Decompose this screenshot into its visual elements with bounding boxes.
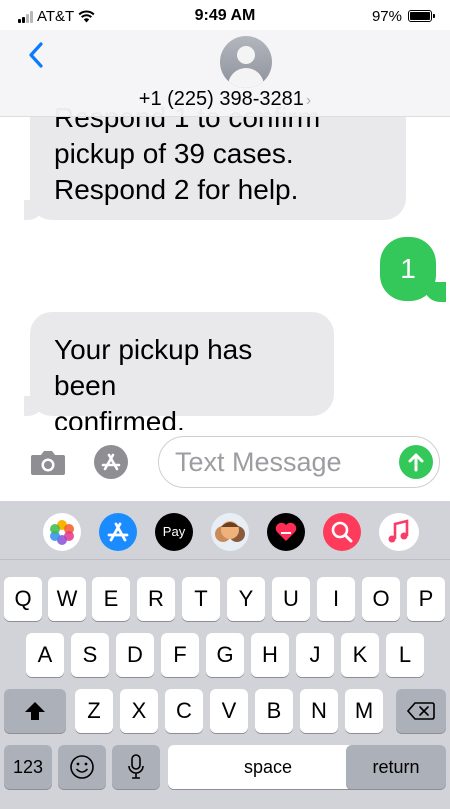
incoming-message-bubble[interactable]: Your pickup has been confirmed. bbox=[30, 312, 334, 430]
key-w[interactable]: W bbox=[48, 577, 86, 621]
delete-key[interactable] bbox=[396, 689, 446, 733]
key-f[interactable]: F bbox=[161, 633, 199, 677]
shift-key[interactable] bbox=[4, 689, 66, 733]
apple-pay-label: Pay bbox=[162, 524, 186, 539]
photos-app-icon[interactable] bbox=[43, 513, 81, 551]
battery-percentage: 97% bbox=[371, 8, 402, 25]
back-chevron-icon[interactable] bbox=[22, 40, 52, 70]
key-k[interactable]: K bbox=[341, 633, 379, 677]
key-z[interactable]: Z bbox=[75, 689, 113, 733]
status-bar: AT&T 9:49 AM 97% bbox=[0, 0, 450, 30]
imessage-app-strip: Pay bbox=[0, 501, 450, 560]
key-i[interactable]: I bbox=[317, 577, 355, 621]
key-l[interactable]: L bbox=[386, 633, 424, 677]
compose-bar bbox=[0, 430, 450, 496]
key-p[interactable]: P bbox=[407, 577, 445, 621]
key-x[interactable]: X bbox=[120, 689, 158, 733]
key-c[interactable]: C bbox=[165, 689, 203, 733]
app-store-icon[interactable] bbox=[94, 445, 128, 479]
battery-icon bbox=[408, 10, 435, 22]
emoji-key[interactable] bbox=[58, 745, 106, 789]
memoji-icon[interactable] bbox=[211, 513, 249, 551]
keyboard: Pay Q W E R T Y U I O P A S D F G H J K … bbox=[0, 501, 450, 809]
contact-avatar[interactable] bbox=[220, 36, 272, 88]
key-t[interactable]: T bbox=[182, 577, 220, 621]
apple-pay-icon[interactable]: Pay bbox=[155, 513, 193, 551]
contact-number: +1 (225) 398-3281 bbox=[138, 88, 304, 110]
key-j[interactable]: J bbox=[296, 633, 334, 677]
return-key[interactable]: return bbox=[346, 745, 446, 789]
message-text: pickup of 39 cases. Respond 2 for help. bbox=[54, 136, 298, 208]
key-r[interactable]: R bbox=[137, 577, 175, 621]
key-q[interactable]: Q bbox=[4, 577, 42, 621]
message-line: Respond 2 for help. bbox=[54, 174, 299, 205]
message-line: Your pickup has been bbox=[54, 334, 253, 401]
contact-name[interactable]: +1 (225) 398-3281 › bbox=[0, 88, 450, 111]
key-g[interactable]: G bbox=[206, 633, 244, 677]
shift-icon bbox=[25, 702, 45, 720]
message-line: pickup of 39 cases. bbox=[54, 138, 294, 169]
key-b[interactable]: B bbox=[255, 689, 293, 733]
message-input-field[interactable] bbox=[158, 436, 440, 488]
key-o[interactable]: O bbox=[362, 577, 400, 621]
camera-icon[interactable] bbox=[30, 448, 66, 476]
key-u[interactable]: U bbox=[272, 577, 310, 621]
arrow-up-icon bbox=[408, 453, 424, 472]
digital-touch-icon[interactable] bbox=[267, 513, 305, 551]
key-a[interactable]: A bbox=[26, 633, 64, 677]
send-button[interactable] bbox=[399, 445, 433, 479]
music-icon[interactable] bbox=[379, 513, 419, 551]
conversation-header: +1 (225) 398-3281 › bbox=[0, 30, 450, 117]
app-store-icon[interactable] bbox=[99, 513, 137, 551]
key-m[interactable]: M bbox=[345, 689, 383, 733]
key-d[interactable]: D bbox=[116, 633, 154, 677]
bubble-tail bbox=[424, 282, 446, 302]
message-input[interactable] bbox=[173, 443, 387, 481]
key-h[interactable]: H bbox=[251, 633, 289, 677]
emoji-icon bbox=[70, 755, 94, 779]
key-s[interactable]: S bbox=[71, 633, 109, 677]
chevron-right-icon: › bbox=[305, 92, 312, 109]
web-search-icon[interactable] bbox=[323, 513, 361, 551]
key-y[interactable]: Y bbox=[227, 577, 265, 621]
space-key[interactable]: space bbox=[168, 745, 368, 789]
key-v[interactable]: V bbox=[210, 689, 248, 733]
key-n[interactable]: N bbox=[300, 689, 338, 733]
dictation-key[interactable] bbox=[112, 745, 160, 789]
numbers-key[interactable]: 123 bbox=[4, 745, 52, 789]
backspace-icon bbox=[406, 702, 435, 720]
message-line: confirmed. bbox=[54, 406, 185, 430]
microphone-icon bbox=[128, 754, 144, 779]
key-e[interactable]: E bbox=[92, 577, 130, 621]
